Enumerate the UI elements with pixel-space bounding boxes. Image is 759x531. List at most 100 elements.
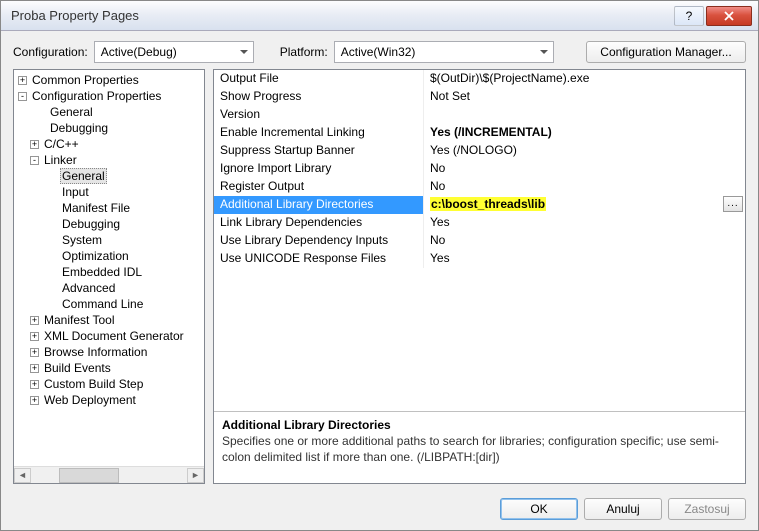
tree-node[interactable]: Input — [14, 184, 204, 200]
property-row[interactable]: Link Library DependenciesYes — [214, 214, 745, 232]
tree-node[interactable]: +Browse Information — [14, 344, 204, 360]
cancel-button[interactable]: Anuluj — [584, 498, 662, 520]
property-row[interactable]: Ignore Import LibraryNo — [214, 160, 745, 178]
tree-node-label: Common Properties — [30, 73, 141, 87]
configuration-combo[interactable]: Active(Debug) — [94, 41, 254, 63]
tree-expander-icon[interactable]: + — [30, 316, 39, 325]
body: +Common Properties-Configuration Propert… — [1, 69, 758, 492]
property-value: Yes — [424, 250, 745, 268]
tree-node-label: System — [60, 233, 104, 247]
tree-node[interactable]: Optimization — [14, 248, 204, 264]
dialog-window: Proba Property Pages ? Configuration: Ac… — [0, 0, 759, 531]
tree-expander-icon[interactable]: + — [18, 76, 27, 85]
property-row[interactable]: Register OutputNo — [214, 178, 745, 196]
tree-node-label: Linker — [42, 153, 79, 167]
tree-node[interactable]: +Custom Build Step — [14, 376, 204, 392]
tree-node[interactable]: +Web Deployment — [14, 392, 204, 408]
property-grid[interactable]: Output File$(OutDir)\$(ProjectName).exeS… — [214, 70, 745, 411]
tree-node[interactable]: +C/C++ — [14, 136, 204, 152]
configuration-label: Configuration: — [13, 45, 88, 59]
tree-node[interactable]: +Build Events — [14, 360, 204, 376]
property-row[interactable]: Version — [214, 106, 745, 124]
configuration-value: Active(Debug) — [101, 45, 177, 59]
property-value: Yes — [424, 214, 745, 232]
tree-node-label: Optimization — [60, 249, 131, 263]
tree-node[interactable]: -Configuration Properties — [14, 88, 204, 104]
tree-node[interactable]: +Manifest Tool — [14, 312, 204, 328]
tree-node[interactable]: -Linker — [14, 152, 204, 168]
tree-node-label: Input — [60, 185, 91, 199]
tree-expander-icon[interactable]: + — [30, 380, 39, 389]
tree-node-label: Debugging — [60, 217, 122, 231]
tree-node[interactable]: Command Line — [14, 296, 204, 312]
property-value[interactable]: c:\boost_threads\lib... — [424, 196, 745, 214]
property-name: Enable Incremental Linking — [214, 124, 424, 142]
property-name: Register Output — [214, 178, 424, 196]
property-name: Ignore Import Library — [214, 160, 424, 178]
property-value: No — [424, 232, 745, 250]
property-row[interactable]: Suppress Startup BannerYes (/NOLOGO) — [214, 142, 745, 160]
platform-combo[interactable]: Active(Win32) — [334, 41, 554, 63]
tree-node[interactable]: System — [14, 232, 204, 248]
property-row[interactable]: Use Library Dependency InputsNo — [214, 232, 745, 250]
tree-expander-icon[interactable]: + — [30, 396, 39, 405]
property-value: No — [424, 178, 745, 196]
tree-node[interactable]: +Common Properties — [14, 72, 204, 88]
tree-node-label: Browse Information — [42, 345, 149, 359]
tree-node[interactable]: Advanced — [14, 280, 204, 296]
scroll-left-icon[interactable]: ◄ — [14, 468, 31, 483]
scroll-thumb[interactable] — [59, 468, 119, 483]
property-row[interactable]: Output File$(OutDir)\$(ProjectName).exe — [214, 70, 745, 88]
tree-node[interactable]: General — [14, 168, 204, 184]
tree-node[interactable]: Debugging — [14, 120, 204, 136]
help-button[interactable]: ? — [674, 6, 704, 26]
tree-node[interactable]: General — [14, 104, 204, 120]
tree-expander-icon[interactable]: + — [30, 332, 39, 341]
property-value: Yes (/INCREMENTAL) — [424, 124, 745, 142]
scroll-right-icon[interactable]: ► — [187, 468, 204, 483]
property-value: Not Set — [424, 88, 745, 106]
tree-node-label: General — [60, 168, 107, 184]
property-row[interactable]: Show ProgressNot Set — [214, 88, 745, 106]
property-name: Use UNICODE Response Files — [214, 250, 424, 268]
property-name: Version — [214, 106, 424, 124]
property-name: Show Progress — [214, 88, 424, 106]
tree-node[interactable]: Manifest File — [14, 200, 204, 216]
tree[interactable]: +Common Properties-Configuration Propert… — [14, 70, 204, 466]
property-pane: Output File$(OutDir)\$(ProjectName).exeS… — [213, 69, 746, 484]
close-icon — [724, 11, 734, 21]
window-title: Proba Property Pages — [11, 8, 672, 23]
close-button[interactable] — [706, 6, 752, 26]
tree-node-label: Configuration Properties — [30, 89, 163, 103]
property-value — [424, 106, 745, 124]
ok-button[interactable]: OK — [500, 498, 578, 520]
description-title: Additional Library Directories — [222, 418, 737, 432]
tree-expander-icon[interactable]: - — [18, 92, 27, 101]
tree-node-label: Custom Build Step — [42, 377, 145, 391]
property-value: No — [424, 160, 745, 178]
property-row[interactable]: Use UNICODE Response FilesYes — [214, 250, 745, 268]
tree-hscrollbar[interactable]: ◄ ► — [14, 466, 204, 483]
tree-node-label: Embedded IDL — [60, 265, 144, 279]
property-row[interactable]: Enable Incremental LinkingYes (/INCREMEN… — [214, 124, 745, 142]
tree-node-label: Debugging — [48, 121, 110, 135]
tree-node-label: Command Line — [60, 297, 145, 311]
property-name: Suppress Startup Banner — [214, 142, 424, 160]
property-name: Additional Library Directories — [214, 196, 424, 214]
tree-expander-icon[interactable]: + — [30, 364, 39, 373]
tree-expander-icon[interactable]: + — [30, 140, 39, 149]
tree-node-label: General — [48, 105, 95, 119]
browse-button[interactable]: ... — [723, 196, 743, 212]
tree-node-label: Build Events — [42, 361, 113, 375]
property-value: Yes (/NOLOGO) — [424, 142, 745, 160]
property-row[interactable]: Additional Library Directoriesc:\boost_t… — [214, 196, 745, 214]
platform-label: Platform: — [280, 45, 328, 59]
tree-node[interactable]: Debugging — [14, 216, 204, 232]
tree-expander-icon[interactable]: + — [30, 348, 39, 357]
description-text: Specifies one or more additional paths t… — [222, 434, 737, 465]
apply-button[interactable]: Zastosuj — [668, 498, 746, 520]
configuration-manager-button[interactable]: Configuration Manager... — [586, 41, 746, 63]
tree-node[interactable]: Embedded IDL — [14, 264, 204, 280]
tree-node[interactable]: +XML Document Generator — [14, 328, 204, 344]
tree-expander-icon[interactable]: - — [30, 156, 39, 165]
